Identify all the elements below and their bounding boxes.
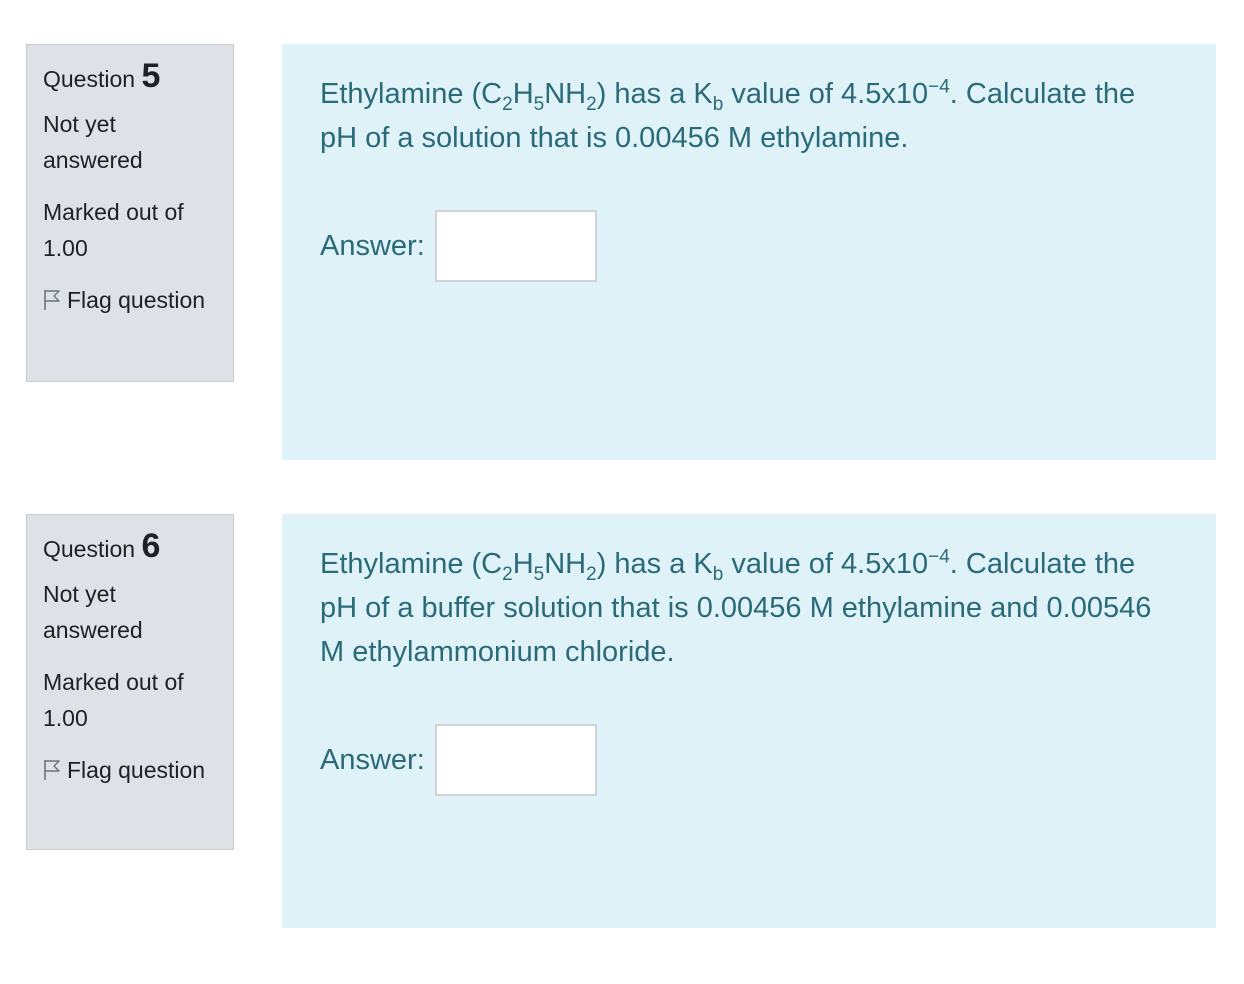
qtext-part: Ethylamine (C [320, 78, 503, 110]
qtext-sub: 2 [586, 563, 597, 585]
flag-question-label: Flag question [67, 757, 206, 783]
answer-label: Answer: [320, 743, 425, 776]
flag-question-label: Flag question [67, 287, 206, 313]
qtext-sub: 5 [533, 563, 545, 585]
qtext-part: NH [544, 548, 587, 580]
question-info-6: Question 6 Not yet answered Marked out o… [26, 514, 234, 850]
qtext-sub: 2 [586, 93, 597, 115]
question-info-5: Question 5 Not yet answered Marked out o… [26, 44, 234, 382]
qtext-part: value of 4.5x10 [723, 548, 929, 580]
qtext-sub: 2 [502, 563, 513, 585]
question-grade: Marked out of 1.00 [43, 669, 184, 731]
qtext-part: H [512, 548, 534, 580]
question-number-row: Question 5 [43, 57, 217, 96]
qtext-part: NH [544, 78, 587, 110]
question-text: Ethylamine (C2H5NH2) has a Kb value of 4… [320, 72, 1178, 160]
flag-question-link[interactable]: Flag question [43, 752, 217, 788]
question-label: Question [43, 66, 136, 92]
qtext-sup: −4 [928, 76, 950, 98]
question-state: Not yet answered [43, 111, 143, 173]
qtext-part: H [512, 78, 534, 110]
question-state: Not yet answered [43, 581, 143, 643]
qtext-sup: −4 [928, 546, 950, 568]
question-label: Question [43, 536, 136, 562]
question-text: Ethylamine (C2H5NH2) has a Kb value of 4… [320, 542, 1178, 674]
answer-input[interactable] [434, 210, 597, 282]
flag-question-link[interactable]: Flag question [43, 282, 217, 318]
question-content-6: Ethylamine (C2H5NH2) has a Kb value of 4… [282, 514, 1216, 928]
question-number: 5 [141, 57, 161, 95]
qtext-part: Ethylamine (C [320, 548, 503, 580]
question-content-5: Ethylamine (C2H5NH2) has a Kb value of 4… [282, 44, 1216, 460]
answer-input[interactable] [434, 724, 597, 796]
flag-outline-icon [43, 755, 61, 780]
qtext-sub: b [712, 93, 724, 115]
flag-outline-icon [43, 285, 61, 310]
qtext-part: ) has a K [596, 78, 713, 110]
answer-row: Answer: [320, 210, 597, 282]
answer-row: Answer: [320, 724, 597, 796]
qtext-part: value of 4.5x10 [723, 78, 929, 110]
answer-label: Answer: [320, 229, 425, 262]
qtext-sub: b [712, 563, 724, 585]
question-number-row: Question 6 [43, 527, 217, 566]
question-number: 6 [141, 527, 161, 565]
qtext-sub: 2 [502, 93, 513, 115]
qtext-part: ) has a K [596, 548, 713, 580]
qtext-sub: 5 [533, 93, 545, 115]
question-grade: Marked out of 1.00 [43, 199, 184, 261]
